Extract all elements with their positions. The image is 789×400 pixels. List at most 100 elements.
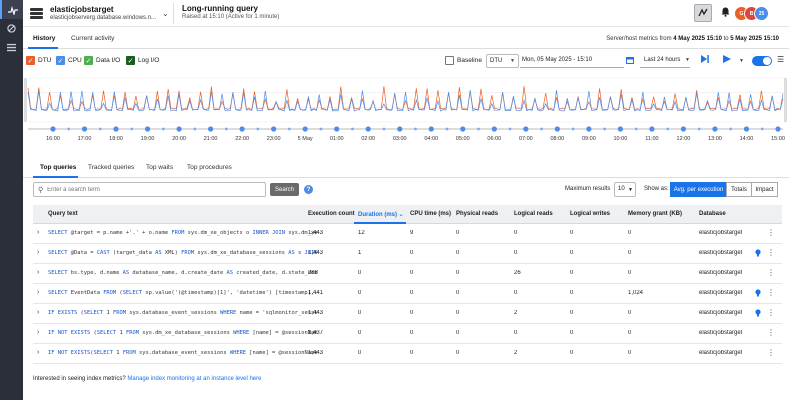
cell-execution-count: 1,443 bbox=[308, 230, 324, 236]
col-physical-reads[interactable]: Physical reads bbox=[456, 211, 498, 217]
more-options-icon[interactable]: ⋮ bbox=[767, 288, 775, 297]
date-input[interactable]: Mon, 05 May 2025 - 15:10 bbox=[520, 54, 624, 68]
cell-logical-writes: 0 bbox=[570, 350, 574, 356]
search-input[interactable] bbox=[47, 186, 248, 193]
mode-avg-per-execution[interactable]: Avg. per execution bbox=[670, 182, 727, 197]
more-options-icon[interactable]: ⋮ bbox=[767, 308, 775, 317]
search-box[interactable]: ⚲ bbox=[33, 182, 266, 197]
x-tick-label: 16:00 bbox=[46, 136, 60, 142]
table-row[interactable]: › IF NOT EXISTS(SELECT 1 FROM sys.databas… bbox=[33, 344, 782, 364]
minor-tick-marker bbox=[319, 127, 323, 131]
lightbulb-icon[interactable] bbox=[755, 249, 761, 259]
search-button[interactable]: Search bbox=[270, 183, 299, 196]
cell-query-text[interactable]: SELECT @target = p.name +'.' + o.name FR… bbox=[48, 230, 317, 236]
cell-physical-reads: 0 bbox=[456, 290, 460, 296]
expand-icon[interactable]: › bbox=[37, 269, 39, 276]
table-row[interactable]: › SELECT @target = p.name +'.' + o.name F… bbox=[33, 224, 782, 244]
more-options-icon[interactable]: ⋮ bbox=[767, 268, 775, 277]
tab-top-waits[interactable]: Top waits bbox=[146, 164, 173, 171]
tick-marker bbox=[50, 126, 56, 132]
cell-query-text[interactable]: SELECT bs.type, d.name AS database_name,… bbox=[48, 270, 317, 276]
table-row[interactable]: › SELECT bs.type, d.name AS database_name… bbox=[33, 264, 782, 284]
table-row[interactable]: › IF NOT EXISTS (SELECT 1 FROM sys.dm_xe_… bbox=[33, 324, 782, 344]
help-icon[interactable]: ? bbox=[304, 185, 313, 194]
tab-top-procedures[interactable]: Top procedures bbox=[187, 164, 232, 171]
col-query-text[interactable]: Query text bbox=[48, 211, 78, 217]
cell-query-text[interactable]: IF EXISTS (SELECT 1 FROM sys.database_ev… bbox=[48, 310, 317, 316]
col-database[interactable]: Database bbox=[699, 211, 726, 217]
blocked-icon[interactable] bbox=[0, 19, 23, 38]
cell-query-text[interactable]: SELECT @Data = CAST (target_data AS XML)… bbox=[48, 250, 317, 256]
metric-select[interactable]: DTU ▼ bbox=[486, 54, 519, 68]
tab-tracked-queries[interactable]: Tracked queries bbox=[88, 164, 134, 171]
checkbox-baseline[interactable]: Baseline bbox=[445, 55, 482, 66]
lightbulb-icon[interactable] bbox=[755, 289, 761, 299]
tab-top-queries[interactable]: Top queries bbox=[40, 164, 76, 171]
alert-title[interactable]: Long-running query bbox=[182, 4, 258, 13]
col-logical-writes[interactable]: Logical writes bbox=[570, 211, 610, 217]
more-options-icon[interactable]: ⋮ bbox=[767, 348, 775, 357]
col-memory-grant[interactable]: Memory grant (KB) bbox=[628, 211, 682, 217]
activity-icon[interactable] bbox=[694, 4, 712, 22]
expand-icon[interactable]: › bbox=[37, 329, 39, 336]
calendar-icon[interactable] bbox=[626, 56, 634, 66]
live-toggle[interactable] bbox=[752, 56, 772, 66]
col-cpu-time[interactable]: CPU time (ms) bbox=[410, 211, 451, 217]
more-options-icon[interactable]: ⋮ bbox=[767, 328, 775, 337]
x-tick-label: 03:00 bbox=[393, 136, 407, 142]
tab-current-activity[interactable]: Current activity bbox=[71, 35, 114, 42]
pulse-icon[interactable] bbox=[0, 0, 23, 19]
expand-icon[interactable]: › bbox=[37, 229, 39, 236]
expand-icon[interactable]: › bbox=[37, 249, 39, 256]
bell-icon[interactable] bbox=[721, 7, 730, 19]
tick-marker bbox=[239, 126, 245, 132]
minor-tick-marker bbox=[98, 127, 102, 131]
play-icon[interactable] bbox=[723, 55, 731, 65]
max-results-select[interactable]: 10 ▼ bbox=[614, 182, 636, 197]
query-tabs: Top queries Tracked queries Top waits To… bbox=[23, 156, 789, 178]
avatar-count[interactable]: 25 bbox=[754, 6, 769, 21]
metrics-range: Server/host metrics from 4 May 2025 15:1… bbox=[606, 36, 779, 42]
expand-icon[interactable]: › bbox=[37, 289, 39, 296]
tab-history[interactable]: History bbox=[33, 35, 55, 42]
menu-icon[interactable]: ☰ bbox=[777, 55, 784, 64]
expand-icon[interactable]: › bbox=[37, 349, 39, 356]
metrics-chart[interactable]: 16:00 17:00 18:00 19:00 20:00 21:00 22:00 23:00… bbox=[23, 74, 789, 144]
search-row: ⚲ Search ? Maximum results 10▼ Show as: … bbox=[23, 181, 789, 199]
manage-index-link[interactable]: Manage index monitoring at an instance l… bbox=[127, 376, 261, 382]
more-options-icon[interactable]: ⋮ bbox=[767, 228, 775, 237]
col-execution-count[interactable]: Execution count bbox=[308, 211, 355, 217]
x-tick-label: 19:00 bbox=[141, 136, 155, 142]
chart-svg[interactable]: 16:00 17:00 18:00 19:00 20:00 21:00 22:00 23:00… bbox=[23, 74, 789, 144]
lightbulb-icon[interactable] bbox=[755, 309, 761, 319]
table-row[interactable]: › SELECT @Data = CAST (target_data AS XML… bbox=[33, 244, 782, 264]
list-icon[interactable] bbox=[0, 38, 23, 57]
minor-tick-marker bbox=[634, 127, 638, 131]
more-options-icon[interactable]: ⋮ bbox=[767, 248, 775, 257]
database-name: elasticjobstarget bbox=[50, 5, 114, 14]
search-icon: ⚲ bbox=[38, 186, 44, 194]
time-range-select[interactable]: Last 24 hours ▼ bbox=[640, 54, 690, 68]
cell-query-text[interactable]: IF NOT EXISTS(SELECT 1 FROM sys.database… bbox=[48, 350, 317, 356]
table-row[interactable]: › IF EXISTS (SELECT 1 FROM sys.database_e… bbox=[33, 304, 782, 324]
checkbox-data-io[interactable]: ✓ Data I/O bbox=[84, 55, 120, 66]
table-row[interactable]: › SELECT EventData FROM (SELECT xp.value(… bbox=[33, 284, 782, 304]
checkbox-dtu[interactable]: ✓ DTU bbox=[26, 55, 51, 66]
col-duration[interactable]: Duration (ms) ⌄ bbox=[358, 211, 404, 218]
expand-icon[interactable]: › bbox=[37, 309, 39, 316]
x-tick-label: 23:00 bbox=[267, 136, 281, 142]
skip-to-end-icon[interactable] bbox=[701, 55, 709, 65]
checkbox-cpu[interactable]: ✓ CPU bbox=[56, 55, 82, 66]
cell-database: elasticjobstarget bbox=[699, 310, 743, 316]
chevron-down-icon[interactable]: ▼ bbox=[739, 58, 744, 64]
cell-cpu-time: 9 bbox=[410, 230, 414, 236]
cell-memory-grant: 0 bbox=[628, 250, 632, 256]
cell-query-text[interactable]: SELECT EventData FROM (SELECT xp.value('… bbox=[48, 290, 317, 296]
checkbox-log-io[interactable]: ✓ Log I/O bbox=[126, 55, 159, 66]
database-selector[interactable]: elasticjobstarget elasticjobserverg.data… bbox=[30, 3, 170, 24]
mode-impact[interactable]: Impact bbox=[751, 182, 778, 197]
mode-totals[interactable]: Totals bbox=[726, 182, 752, 197]
cell-query-text[interactable]: IF NOT EXISTS (SELECT 1 FROM sys.dm_xe_d… bbox=[48, 330, 317, 336]
col-logical-reads[interactable]: Logical reads bbox=[514, 211, 553, 217]
cell-execution-count: 288 bbox=[308, 270, 319, 276]
